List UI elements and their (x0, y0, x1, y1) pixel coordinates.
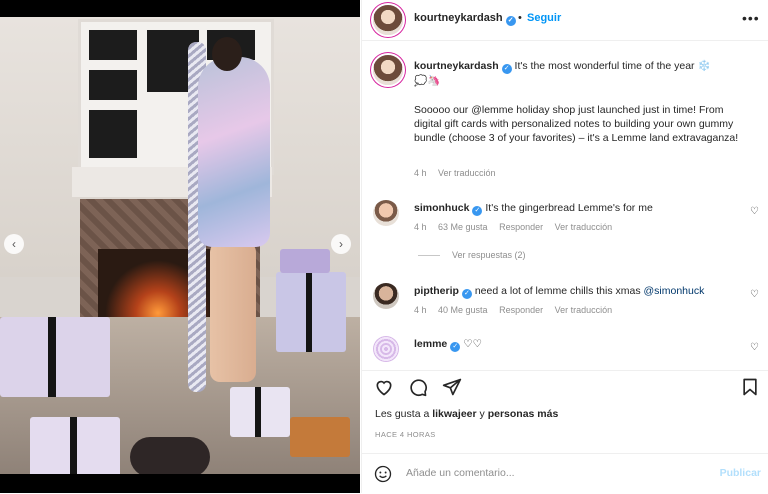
comment-meta: 4 h 40 Me gusta Responder Ver traducción (414, 305, 621, 315)
caption-header: kourtneykardash ✓ It's the most wonderful… (414, 59, 759, 88)
instagram-post-dialog: ‹ › kourtneykardash ✓ • Seguir ••• kourtn… (0, 0, 768, 493)
likes-prefix: Les gusta a (375, 408, 430, 420)
caption-username[interactable]: kourtneykardash (414, 60, 499, 72)
post-timestamp[interactable]: HACE 4 HORAS (375, 430, 436, 439)
translate-link[interactable]: Ver traducción (555, 222, 613, 232)
like-heart-icon[interactable] (374, 377, 394, 397)
author-username[interactable]: kourtneykardash (414, 12, 503, 24)
comment-time[interactable]: 4 h (414, 305, 427, 315)
reply-button[interactable]: Responder (499, 305, 543, 315)
caption-line2: 💭🦄 (414, 75, 441, 87)
post-details-panel: kourtneykardash ✓ • Seguir ••• kourtneyka… (361, 0, 768, 493)
comment-avatar[interactable] (373, 336, 399, 362)
comment-username[interactable]: lemme (414, 338, 447, 350)
post-header: kourtneykardash ✓ • Seguir ••• (362, 0, 768, 41)
verified-badge-icon: ✓ (472, 206, 483, 216)
chevron-right-icon: › (339, 237, 343, 251)
comment-likes[interactable]: 40 Me gusta (438, 305, 488, 315)
comment-text: need a lot of lemme chills this xmas (474, 285, 641, 297)
comment-avatar[interactable] (373, 283, 399, 309)
comment-item: simonhuck ✓ It's the gingerbread Lemme's … (414, 201, 734, 216)
share-send-icon[interactable] (442, 377, 462, 397)
caption-body: Sooooo our @lemme holiday shop just laun… (414, 104, 739, 144)
emoji-icon[interactable] (374, 465, 392, 483)
header-separator: • (518, 12, 522, 24)
caption-meta: 4 h Ver traducción (414, 168, 505, 178)
comment-text: ♡♡ (463, 338, 483, 350)
follow-button[interactable]: Seguir (527, 12, 561, 24)
chevron-left-icon: ‹ (12, 237, 16, 251)
comment-likes[interactable]: 63 Me gusta (438, 222, 488, 232)
likes-user-link[interactable]: likwajeer (432, 408, 476, 420)
post-actions (362, 370, 768, 401)
likes-summary: Les gusta a likwajeer y personas más (375, 408, 558, 420)
likes-others-link[interactable]: personas más (488, 408, 559, 420)
view-replies-label: Ver respuestas (2) (452, 250, 526, 260)
verified-badge-icon: ✓ (450, 342, 461, 352)
add-comment-bar: Añade un comentario... Publicar (362, 453, 768, 494)
like-comment-heart-icon[interactable]: ♡ (750, 343, 760, 353)
caption-line1: It's the most wonderful time of the year… (514, 60, 711, 72)
comment-time[interactable]: 4 h (414, 222, 427, 232)
likes-middle: y (479, 408, 485, 420)
comment-text: It's the gingerbread Lemme's for me (485, 202, 653, 214)
comment-item: piptherip ✓ need a lot of lemme chills th… (414, 284, 749, 299)
previous-photo-button[interactable]: ‹ (4, 234, 24, 254)
comment-meta: 4 h 63 Me gusta Responder Ver traducción (414, 222, 621, 232)
comment-bubble-icon[interactable] (408, 377, 428, 397)
comment-input[interactable]: Añade un comentario... (406, 467, 515, 479)
like-comment-heart-icon[interactable]: ♡ (750, 290, 760, 300)
view-replies-button[interactable]: Ver respuestas (2) (418, 250, 526, 260)
comment-username[interactable]: simonhuck (414, 202, 469, 214)
next-photo-button[interactable]: › (331, 234, 351, 254)
translate-link[interactable]: Ver traducción (555, 305, 613, 315)
comment-avatar[interactable] (373, 200, 399, 226)
comment-item: lemme ✓ ♡♡ (414, 337, 734, 352)
post-photo[interactable] (0, 17, 360, 474)
reply-button[interactable]: Responder (499, 222, 543, 232)
like-comment-heart-icon[interactable]: ♡ (750, 207, 760, 217)
author-avatar[interactable] (373, 5, 403, 35)
verified-badge-icon: ✓ (505, 16, 516, 26)
more-options-icon[interactable]: ••• (742, 10, 760, 26)
comment-username[interactable]: piptherip (414, 285, 459, 297)
caption-time[interactable]: 4 h (414, 168, 427, 178)
verified-badge-icon: ✓ (501, 64, 512, 74)
caption-translate-link[interactable]: Ver traducción (438, 168, 496, 178)
publish-comment-button[interactable]: Publicar (720, 467, 761, 479)
save-bookmark-icon[interactable] (740, 377, 760, 397)
post-media: ‹ › (0, 0, 360, 493)
mention-link[interactable]: @simonhuck (644, 285, 705, 297)
caption-author-avatar[interactable] (373, 55, 403, 85)
verified-badge-icon: ✓ (461, 289, 472, 299)
